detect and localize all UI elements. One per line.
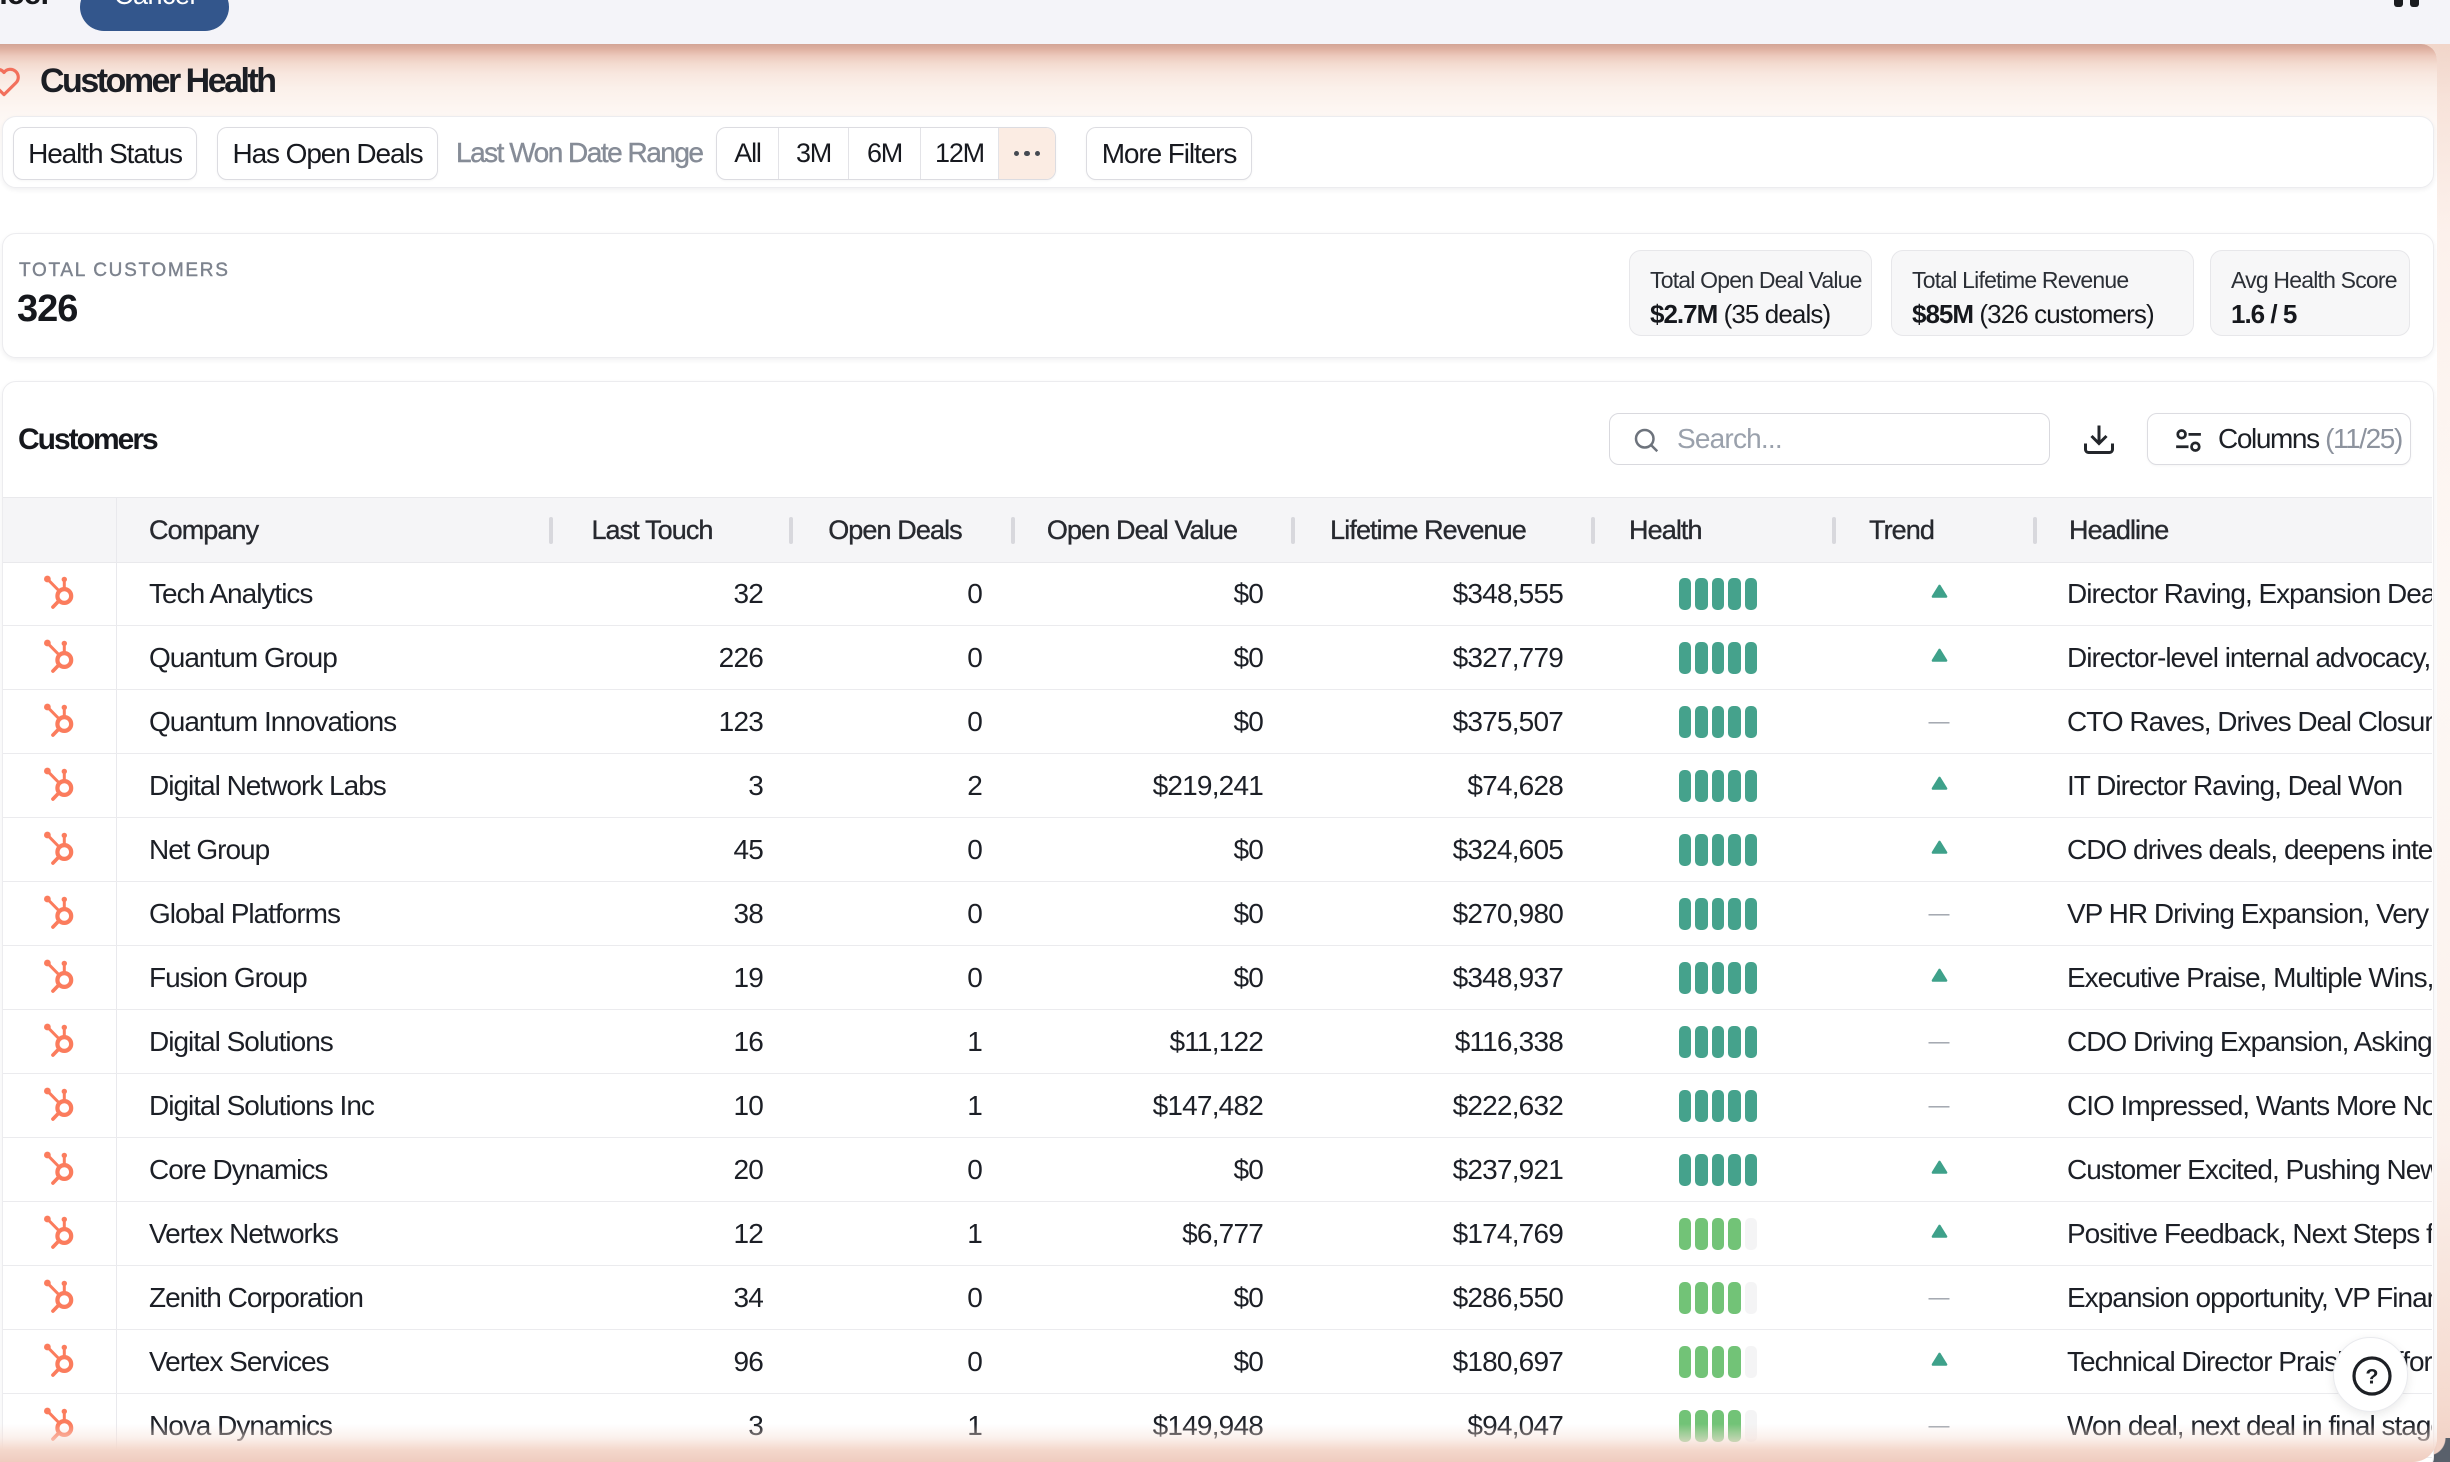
- svg-text:?: ?: [2365, 1364, 2378, 1388]
